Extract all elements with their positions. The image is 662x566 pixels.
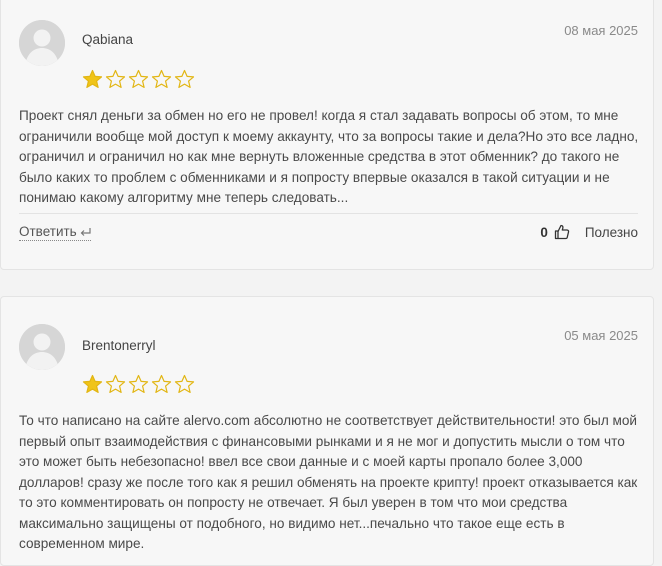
- user-placeholder-icon: [19, 324, 65, 370]
- review-text: То что написано на сайте alervo.com абсо…: [19, 413, 638, 551]
- helpful-vote: 0 Полезно: [540, 224, 638, 240]
- star-empty-icon: [128, 69, 149, 88]
- divider: [19, 213, 638, 214]
- review-date: 05 мая 2025: [564, 328, 638, 343]
- review-text: Проект снял деньги за обмен но его не пр…: [19, 108, 639, 205]
- review-date: 08 мая 2025: [564, 23, 638, 38]
- thumbs-up-icon[interactable]: [554, 224, 570, 240]
- review-card: Qabiana 08 мая 2025 Проект снял деньги з…: [0, 0, 654, 270]
- star-empty-icon: [151, 374, 172, 393]
- star-empty-icon: [174, 374, 195, 393]
- avatar: [19, 20, 65, 66]
- user-placeholder-icon: [19, 20, 65, 66]
- avatar: [19, 324, 65, 370]
- review-author: Qabiana: [82, 32, 134, 47]
- star-empty-icon: [105, 69, 126, 88]
- reply-arrow-icon: [80, 227, 91, 236]
- star-empty-icon: [151, 69, 172, 88]
- helpful-label: Полезно: [584, 224, 638, 240]
- star-empty-icon: [105, 374, 126, 393]
- reply-button[interactable]: Ответить: [19, 224, 91, 241]
- review-author: Brentonerryl: [82, 338, 156, 353]
- reply-label: Ответить: [19, 224, 77, 239]
- review-card: Brentonerryl 05 мая 2025 То что написано…: [0, 296, 654, 566]
- star-filled-icon: [82, 69, 103, 88]
- star-rating: [82, 374, 195, 395]
- star-filled-icon: [82, 374, 103, 393]
- star-empty-icon: [128, 374, 149, 393]
- star-rating: [82, 69, 195, 90]
- helpful-count: 0: [540, 224, 548, 240]
- star-empty-icon: [174, 69, 195, 88]
